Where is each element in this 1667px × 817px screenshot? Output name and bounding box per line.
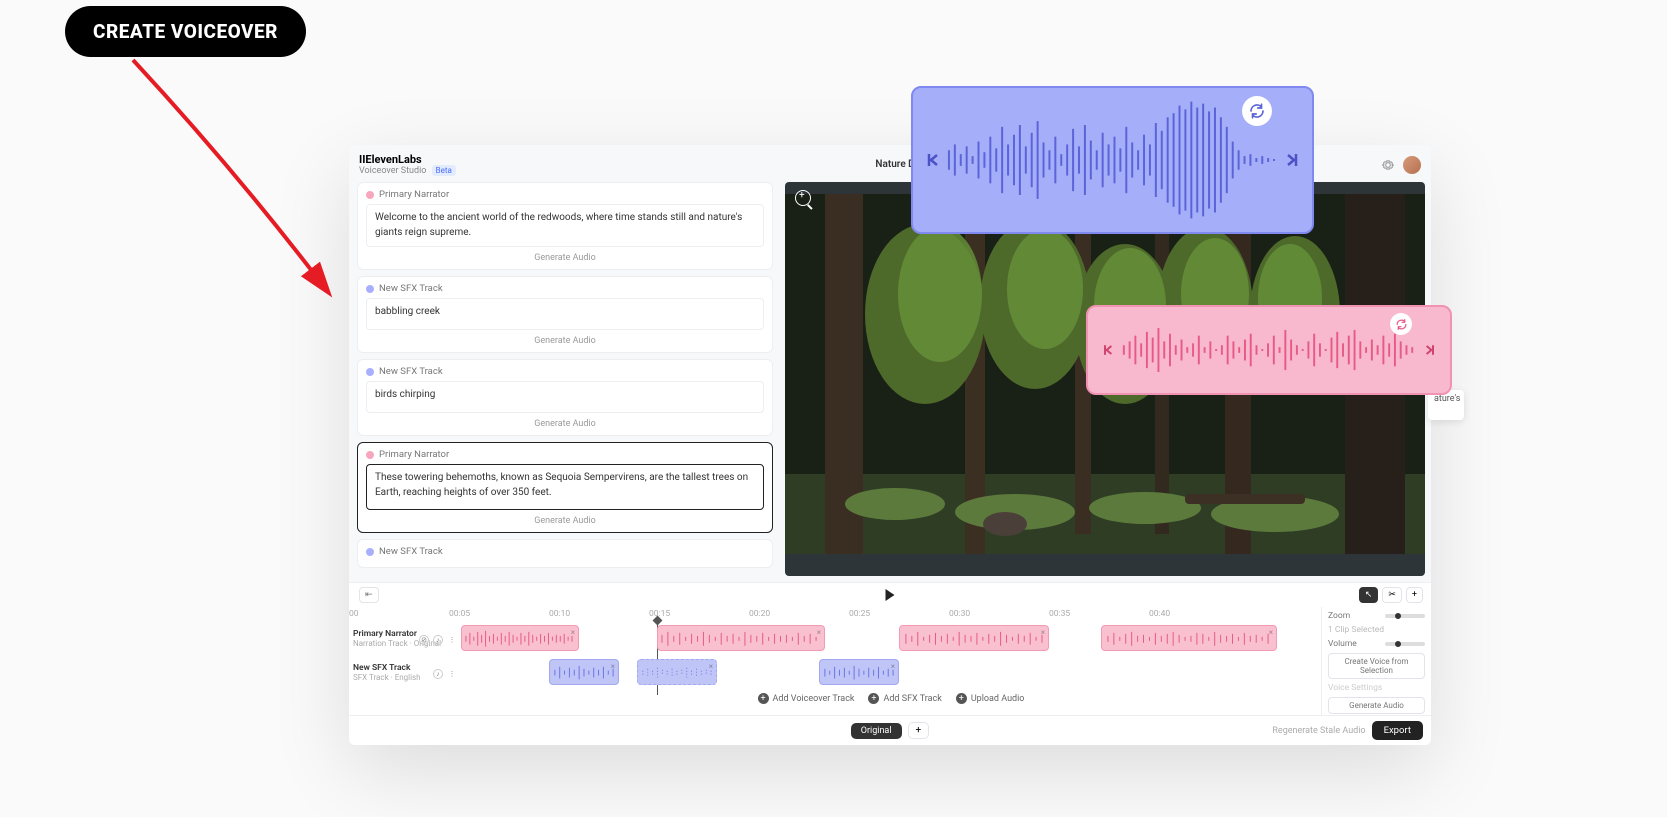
track-color-dot <box>366 285 374 293</box>
bottom-bar: Original + Regenerate Stale Audio Export <box>349 715 1431 745</box>
track-row-narrator: Primary Narrator Narration Track · Origi… <box>349 621 1321 655</box>
track-more-icon[interactable]: ⋮ <box>447 669 457 679</box>
generate-audio-button[interactable]: Generate Audio <box>366 247 764 269</box>
waveform-preview-sfx[interactable] <box>1086 305 1452 395</box>
app-window: IIElevenLabs Voiceover Studio Beta Natur… <box>349 145 1431 745</box>
timeline: ⇤ ↖ ✂ + 00 00:05 00:10 00:15 00:20 00:25… <box>349 582 1431 745</box>
callout-arrow <box>115 50 345 300</box>
generate-audio-button[interactable]: Generate Audio <box>366 413 764 435</box>
script-card-3[interactable]: Primary Narrator These towering behemoth… <box>357 442 773 533</box>
add-version-button[interactable]: + <box>908 722 930 739</box>
clip[interactable]: × <box>657 625 825 651</box>
add-sfx-track-button[interactable]: +Add SFX Track <box>868 693 941 704</box>
track-mute-icon[interactable]: ⊘ <box>419 635 429 645</box>
script-panel: Primary Narrator Welcome to the ancient … <box>349 178 781 582</box>
track-color-dot <box>366 451 374 459</box>
selection-label: 1 Clip Selected <box>1328 625 1425 635</box>
card-title: New SFX Track <box>379 546 443 557</box>
script-card-0[interactable]: Primary Narrator Welcome to the ancient … <box>357 182 773 270</box>
add-track-row: +Add Voiceover Track +Add SFX Track +Upl… <box>349 689 1321 704</box>
upload-audio-button[interactable]: +Upload Audio <box>956 693 1025 704</box>
track-lane[interactable]: × × × × <box>461 621 1321 655</box>
trim-right-icon[interactable] <box>1280 150 1302 170</box>
cursor-tool-button[interactable]: ↖ <box>1359 587 1379 603</box>
cut-tool-button[interactable]: ✂ <box>1382 587 1402 603</box>
generate-audio-side-button[interactable]: Generate Audio <box>1328 697 1425 714</box>
script-text[interactable]: babbling creek <box>366 298 764 330</box>
create-voiceover-callout: CREATE VOICEOVER <box>65 6 306 57</box>
card-title: Primary Narrator <box>379 449 449 460</box>
trim-right-icon[interactable] <box>1418 342 1440 358</box>
card-title: New SFX Track <box>379 283 443 294</box>
volume-slider[interactable] <box>1385 642 1425 646</box>
waveform-preview-narrator[interactable] <box>911 86 1314 234</box>
voice-settings-label: Voice Settings <box>1328 683 1425 693</box>
regenerate-icon[interactable] <box>1390 313 1412 335</box>
zoom-in-icon[interactable] <box>795 190 811 206</box>
generate-audio-button[interactable]: Generate Audio <box>366 330 764 352</box>
track-color-dot <box>366 191 374 199</box>
card-title: Primary Narrator <box>379 189 449 200</box>
add-voiceover-track-button[interactable]: +Add Voiceover Track <box>758 693 855 704</box>
track-lane[interactable]: × × × <box>461 655 1321 689</box>
clip[interactable]: × <box>899 625 1049 651</box>
regenerate-stale-button[interactable]: Regenerate Stale Audio <box>1272 726 1365 736</box>
script-text[interactable]: Welcome to the ancient world of the redw… <box>366 204 764 247</box>
create-voice-button[interactable]: Create Voice from Selection <box>1328 653 1425 679</box>
avatar[interactable] <box>1403 156 1421 174</box>
studio-label: Voiceover Studio Beta <box>359 166 456 176</box>
track-more-icon[interactable]: ⋮ <box>447 635 457 645</box>
waveform-icon <box>1120 307 1418 393</box>
card-title: New SFX Track <box>379 366 443 377</box>
clip[interactable]: × <box>1101 625 1277 651</box>
export-button[interactable]: Export <box>1372 721 1423 740</box>
clip[interactable]: × <box>819 659 899 685</box>
collapse-panel-button[interactable]: ⇤ <box>359 587 379 603</box>
script-card-4[interactable]: New SFX Track <box>357 539 773 568</box>
clip[interactable]: × <box>461 625 579 651</box>
script-card-1[interactable]: New SFX Track babbling creek Generate Au… <box>357 276 773 353</box>
regenerate-icon[interactable] <box>1242 96 1272 126</box>
track-color-dot <box>366 548 374 556</box>
waveform-icon <box>945 88 1280 232</box>
track-row-sfx: New SFX Track SFX Track · English ♪ ⋮ × … <box>349 655 1321 689</box>
trim-left-icon[interactable] <box>923 150 945 170</box>
zoom-label: Zoom <box>1328 611 1350 621</box>
gear-icon[interactable] <box>1381 158 1395 172</box>
timeline-side-panel: Zoom 1 Clip Selected Volume Create Voice… <box>1321 607 1431 715</box>
track-headphone-icon[interactable]: ♪ <box>433 669 443 679</box>
clip[interactable]: × <box>637 659 717 685</box>
generate-audio-button[interactable]: Generate Audio <box>366 510 764 532</box>
play-button[interactable] <box>886 589 895 601</box>
beta-badge: Beta <box>432 165 456 176</box>
zoom-slider[interactable] <box>1385 614 1425 618</box>
timeline-ruler[interactable]: 00 00:05 00:10 00:15 00:20 00:25 00:30 0… <box>349 607 1321 621</box>
original-version-button[interactable]: Original <box>851 723 902 739</box>
track-color-dot <box>366 368 374 376</box>
clip[interactable]: × <box>549 659 619 685</box>
script-text[interactable]: birds chirping <box>366 381 764 413</box>
script-card-2[interactable]: New SFX Track birds chirping Generate Au… <box>357 359 773 436</box>
add-tool-button[interactable]: + <box>1406 587 1423 603</box>
track-headphone-icon[interactable]: ♪ <box>433 635 443 645</box>
script-text[interactable]: These towering behemoths, known as Sequo… <box>366 464 764 510</box>
volume-label: Volume <box>1328 639 1357 649</box>
trim-left-icon[interactable] <box>1098 342 1120 358</box>
